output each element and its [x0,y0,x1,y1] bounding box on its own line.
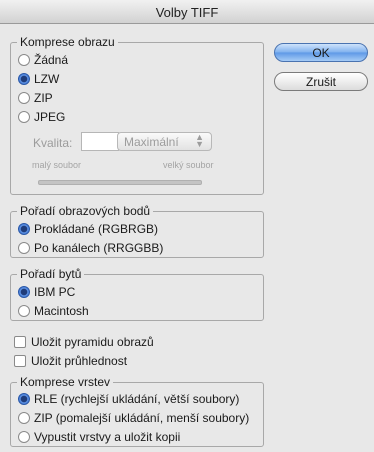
radio-button-selected[interactable] [18,223,30,235]
layer-compression-rle[interactable]: RLE (rychlejší ukládání, větší soubory) [18,391,239,407]
checkbox-label: Uložit pyramidu obrazů [31,335,154,349]
radio-button[interactable] [18,412,30,424]
option-label: ZIP [34,91,53,105]
quality-popup-value: Maximální [124,135,179,149]
byte-order-legend: Pořadí bytů [20,267,82,281]
up-down-arrows-icon: ▲ ▼ [195,132,204,149]
layer-compression-zip[interactable]: ZIP (pomalejší ukládání, menší soubory) [18,410,249,426]
radio-button[interactable] [18,92,30,104]
save-transparency-checkbox[interactable]: Uložit průhlednost [14,353,127,369]
byte-order-macintosh[interactable]: Macintosh [18,303,89,319]
small-file-label: malý soubor [32,160,82,170]
option-label: Žádná [34,53,69,67]
layer-compression-discard[interactable]: Vypustit vrstvy a uložit kopii [18,429,180,445]
radio-button-selected[interactable] [18,73,30,85]
large-file-label: velký soubor [163,160,214,170]
option-label: Po kanálech (RRGGBB) [34,241,164,255]
ok-button[interactable]: OK [274,43,368,62]
quality-input[interactable] [81,132,119,151]
checkbox[interactable] [14,336,26,348]
quality-popup[interactable]: Maximální ▲ ▼ [117,132,212,151]
option-label: RLE (rychlejší ukládání, větší soubory) [34,392,240,406]
option-label: Macintosh [34,304,89,318]
pixel-order-per-channel[interactable]: Po kanálech (RRGGBB) [18,240,163,256]
radio-button[interactable] [18,111,30,123]
compression-option-lzw[interactable]: LZW [18,71,59,87]
byte-order-ibm-pc[interactable]: IBM PC [18,284,75,300]
option-label: JPEG [34,110,66,124]
layer-compression-legend: Komprese vrstev [20,375,111,389]
save-pyramid-checkbox[interactable]: Uložit pyramidu obrazů [14,334,154,350]
option-label: Prokládané (RGBRGB) [34,222,159,236]
pixel-order-interleaved[interactable]: Prokládané (RGBRGB) [18,221,158,237]
compression-option-none[interactable]: Žádná [18,52,68,68]
pixel-order-legend: Pořadí obrazových bodů [20,204,151,218]
option-label: Vypustit vrstvy a uložit kopii [34,430,181,444]
quality-label: Kvalita: [33,136,73,150]
title-bar[interactable]: Volby TIFF [0,0,374,24]
checkbox-label: Uložit průhlednost [31,354,128,368]
window-title: Volby TIFF [155,5,219,20]
radio-button[interactable] [18,54,30,66]
radio-button-selected[interactable] [18,286,30,298]
checkbox[interactable] [14,355,26,367]
radio-button-selected[interactable] [18,393,30,405]
radio-button[interactable] [18,305,30,317]
quality-slider[interactable] [38,180,202,185]
image-compression-legend: Komprese obrazu [20,35,115,49]
option-label: LZW [34,72,60,86]
option-label: ZIP (pomalejší ukládání, menší soubory) [34,411,250,425]
option-label: IBM PC [34,285,76,299]
compression-option-zip[interactable]: ZIP [18,90,53,106]
cancel-button[interactable]: Zrušit [274,72,368,91]
radio-button[interactable] [18,242,30,254]
compression-option-jpeg[interactable]: JPEG [18,109,65,125]
tiff-options-dialog: Volby TIFF OK Zrušit Komprese obrazu Žád… [0,0,374,452]
radio-button[interactable] [18,431,30,443]
